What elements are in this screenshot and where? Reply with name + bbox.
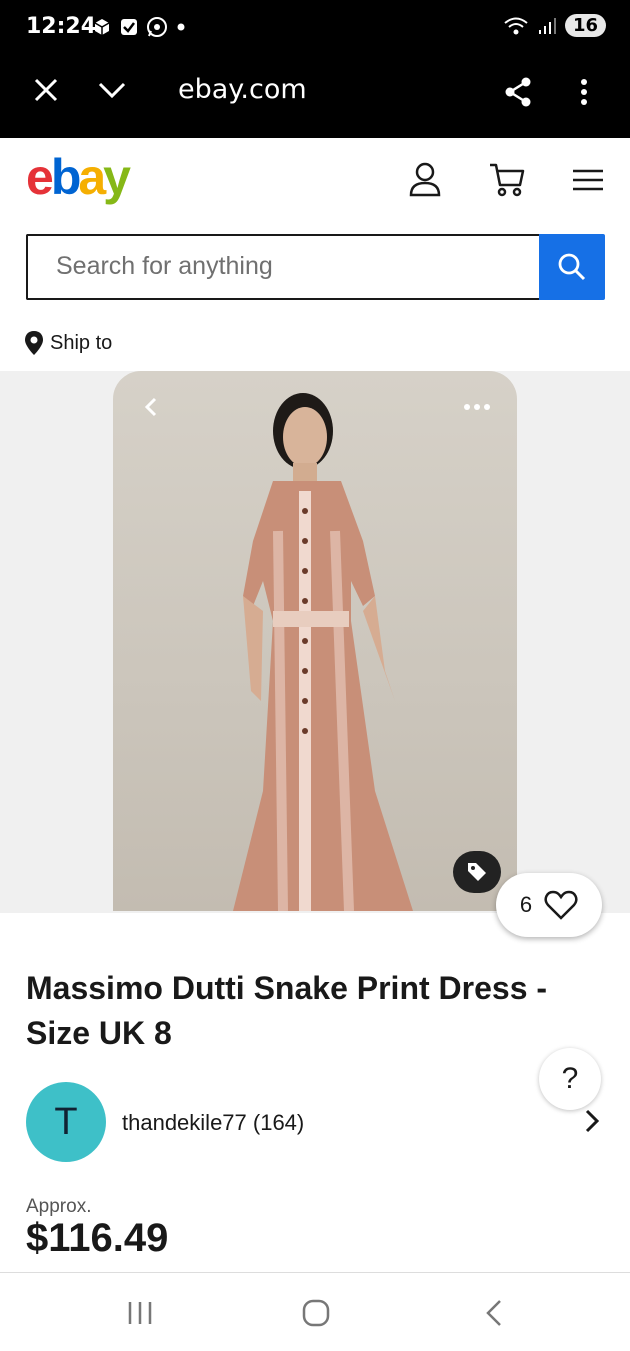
seller-avatar: T [26, 1082, 106, 1162]
product-image[interactable] [113, 371, 517, 911]
hamburger-icon [573, 169, 603, 191]
menu-button[interactable] [568, 160, 608, 200]
recent-apps-icon [128, 1302, 152, 1324]
search-input[interactable]: Search for anything [26, 234, 539, 300]
more-horizontal-icon [464, 404, 490, 410]
package-icon [94, 19, 110, 35]
home-icon [302, 1299, 330, 1327]
minimize-button[interactable] [92, 70, 132, 110]
seller-name: thandekile77 (164) [122, 1110, 305, 1135]
listing-title: Massimo Dutti Snake Print Dress - Size U… [26, 970, 548, 1051]
more-menu-button[interactable] [566, 70, 602, 114]
cart-icon [490, 163, 525, 197]
checkbox-icon [121, 19, 137, 35]
watch-count: 6 [519, 892, 533, 917]
search-bar: Search for anything [26, 234, 605, 300]
location-pin-icon [25, 331, 43, 355]
seller-info[interactable]: T thandekile77 (164) [26, 1082, 606, 1162]
home-button[interactable] [294, 1293, 338, 1333]
price-approx-label: Approx. [26, 1196, 92, 1217]
search-button[interactable] [539, 234, 605, 300]
close-tab-button[interactable] [26, 70, 66, 110]
recent-apps-button[interactable] [118, 1295, 162, 1331]
tag-icon [468, 863, 486, 881]
cart-button[interactable] [486, 158, 528, 200]
search-icon [558, 253, 586, 281]
battery-indicator: 16 [564, 14, 606, 37]
wifi-icon [504, 17, 528, 34]
share-icon [505, 77, 531, 107]
listing-price: $116.49 [26, 1216, 169, 1260]
account-button[interactable] [404, 158, 446, 200]
site-header: ebay [0, 138, 630, 222]
chevron-down-icon [98, 82, 126, 99]
system-navigation-bar [0, 1272, 630, 1351]
chevron-right-icon [585, 1109, 600, 1133]
user-icon [409, 162, 441, 197]
image-gallery [0, 371, 630, 913]
browser-toolbar: ebay.com [0, 56, 630, 138]
share-button[interactable] [496, 70, 540, 114]
heart-icon [544, 890, 578, 920]
back-icon [486, 1300, 501, 1326]
dot-icon [177, 23, 185, 31]
watch-button[interactable]: 6 [496, 873, 602, 937]
back-button[interactable] [472, 1293, 516, 1333]
search-placeholder: Search for anything [56, 252, 273, 280]
dress-model-illustration [233, 393, 413, 911]
status-bar: 12:24 16 [0, 0, 630, 56]
ebay-logo[interactable]: ebay [26, 148, 131, 206]
ship-to-link[interactable]: Ship to [24, 330, 112, 356]
tag-button[interactable] [453, 851, 501, 893]
whatsapp-icon [147, 17, 167, 37]
url-display[interactable]: ebay.com [178, 74, 307, 105]
gallery-back-button[interactable] [137, 393, 165, 421]
chevron-left-icon [144, 397, 157, 417]
status-time: 12:24 [26, 14, 97, 39]
ship-to-label: Ship to [50, 331, 113, 354]
signal-icon [538, 17, 556, 34]
more-vertical-icon [581, 79, 587, 105]
close-icon [34, 78, 58, 102]
gallery-more-button[interactable] [459, 395, 495, 419]
